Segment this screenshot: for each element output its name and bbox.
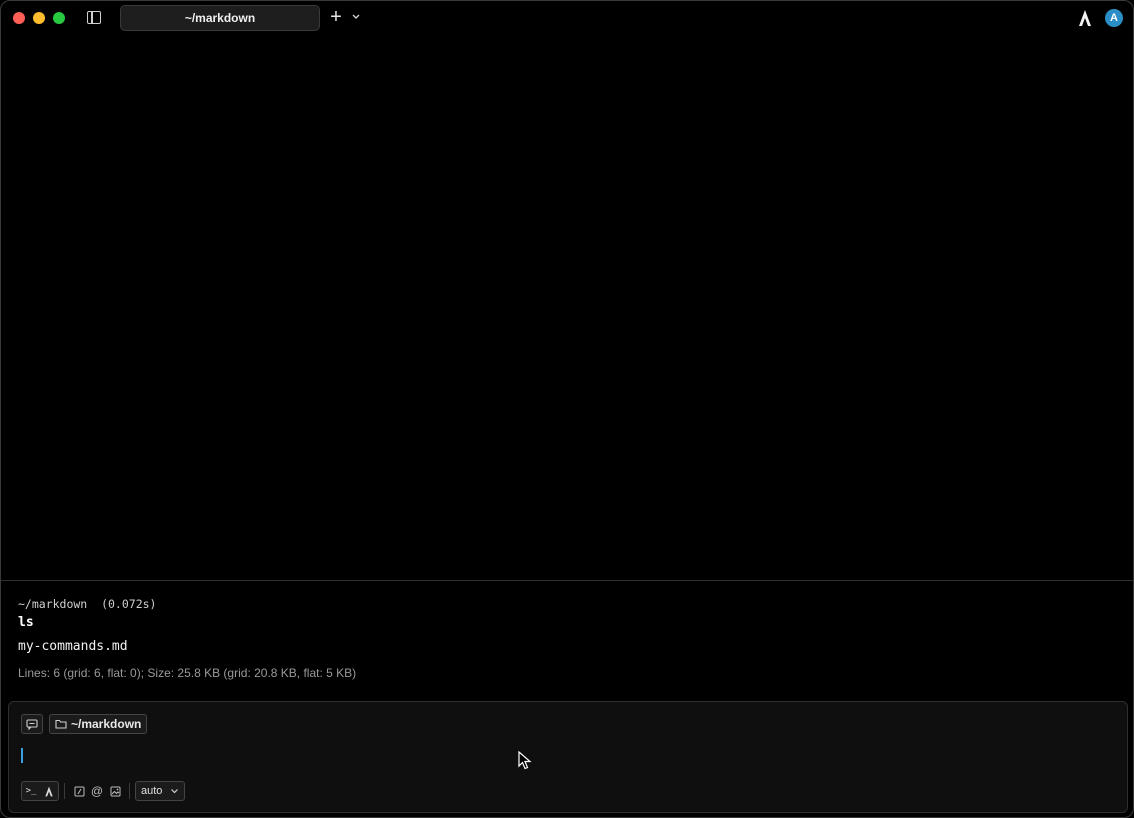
at-icon: @	[90, 784, 104, 798]
maximize-window-button[interactable]	[53, 12, 65, 24]
terminal-mode-button[interactable]: >_	[22, 782, 40, 800]
warp-logo-icon[interactable]	[1077, 9, 1093, 27]
mention-button[interactable]: @	[88, 782, 106, 800]
chevron-down-icon[interactable]	[350, 12, 362, 22]
title-bar: ~/markdown + A	[1, 1, 1133, 35]
input-toolbar: >_ @ auto	[21, 781, 185, 801]
tab-markdown[interactable]: ~/markdown	[120, 5, 320, 31]
tab-title: ~/markdown	[184, 11, 256, 25]
directory-chip[interactable]: ~/markdown	[49, 714, 148, 734]
block-header: ~/markdown (0.072s)	[18, 597, 157, 611]
image-icon	[110, 786, 120, 796]
mouse-pointer-icon	[518, 751, 532, 770]
model-select[interactable]: auto	[135, 781, 185, 801]
model-select-value: auto	[141, 785, 163, 797]
block-output: my-commands.md	[18, 639, 128, 654]
minimize-window-button[interactable]	[33, 12, 45, 24]
directory-label: ~/markdown	[71, 717, 142, 731]
input-panel[interactable]: ~/markdown >_ @ auto	[8, 701, 1128, 813]
conversation-button[interactable]	[21, 714, 43, 734]
chat-icon	[26, 718, 38, 730]
sidebar-toggle-icon[interactable]	[87, 11, 101, 24]
context-chips: ~/markdown	[21, 714, 148, 734]
block-divider	[1, 580, 1133, 581]
agent-mode-button[interactable]	[40, 782, 58, 800]
toolbar-divider	[129, 783, 130, 799]
folder-icon	[55, 719, 67, 729]
slash-command-button[interactable]	[70, 782, 88, 800]
close-window-button[interactable]	[13, 12, 25, 24]
toolbar-divider	[64, 783, 65, 799]
block-command: ls	[18, 615, 34, 630]
terminal-window: ~/markdown + A ~/markdown (0.072s) ls my…	[0, 0, 1134, 818]
slash-icon	[74, 786, 84, 796]
chevron-down-icon	[171, 789, 178, 794]
avatar[interactable]: A	[1105, 9, 1123, 27]
agent-icon	[45, 786, 53, 796]
input-cursor[interactable]	[21, 748, 23, 763]
attach-image-button[interactable]	[106, 782, 124, 800]
command-block[interactable]: ~/markdown (0.072s) ls my-commands.md Li…	[18, 597, 1118, 682]
new-tab-button[interactable]: +	[328, 7, 344, 27]
mode-toggle[interactable]: >_	[21, 781, 59, 801]
block-stats: Lines: 6 (grid: 6, flat: 0); Size: 25.8 …	[18, 666, 357, 680]
